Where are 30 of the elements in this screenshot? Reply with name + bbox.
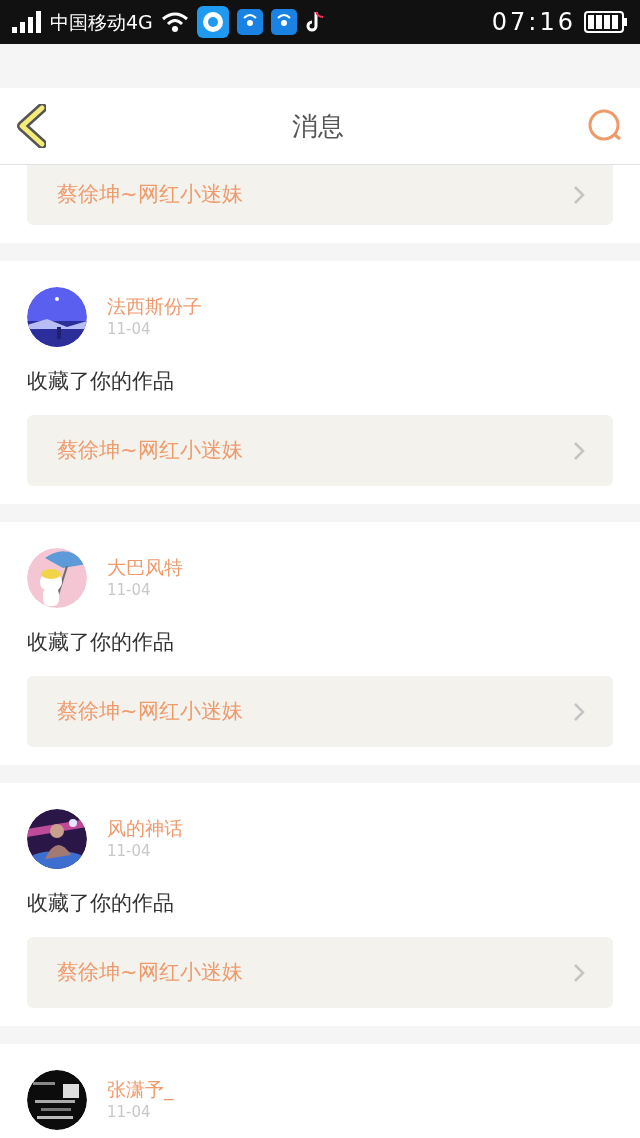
work-link[interactable]: 蔡徐坤~网红小迷妹	[27, 415, 613, 486]
work-title: 蔡徐坤~网红小迷妹	[57, 181, 243, 209]
hotspot-app-icon	[236, 9, 263, 35]
battery-icon	[584, 11, 628, 33]
clock-time: 07:16	[491, 7, 576, 38]
message-text: 收藏了你的作品	[27, 890, 175, 917]
chevron-right-icon	[573, 701, 585, 722]
message-text: 收藏了你的作品	[27, 629, 175, 656]
user-name[interactable]: 张潇予_	[107, 1077, 174, 1101]
app-icon	[196, 6, 229, 38]
user-name[interactable]: 风的神话	[107, 816, 183, 840]
carrier-name: 中国移动4G	[50, 9, 153, 35]
music-note-icon	[304, 10, 325, 34]
work-link[interactable]: 蔡徐坤~网红小迷妹	[27, 937, 613, 1008]
signal-icon	[12, 11, 42, 33]
work-title: 蔡徐坤~网红小迷妹	[57, 436, 243, 464]
hotspot-app-icon	[270, 9, 297, 35]
chevron-right-icon	[573, 440, 585, 461]
back-chevron-icon	[16, 104, 46, 148]
user-name[interactable]: 法西斯份子	[107, 294, 202, 318]
work-link[interactable]: 蔡徐坤~网红小迷妹	[27, 676, 613, 747]
chevron-right-icon	[573, 962, 585, 983]
page-title: 消息	[291, 109, 345, 143]
work-title: 蔡徐坤~网红小迷妹	[57, 958, 243, 986]
wifi-icon	[160, 11, 189, 33]
chevron-right-icon	[573, 185, 585, 205]
work-link[interactable]: 蔡徐坤~网红小迷妹	[27, 165, 613, 225]
user-name[interactable]: 大巴风特	[107, 555, 183, 579]
work-title: 蔡徐坤~网红小迷妹	[57, 697, 243, 725]
message-text: 收藏了你的作品	[27, 368, 175, 395]
